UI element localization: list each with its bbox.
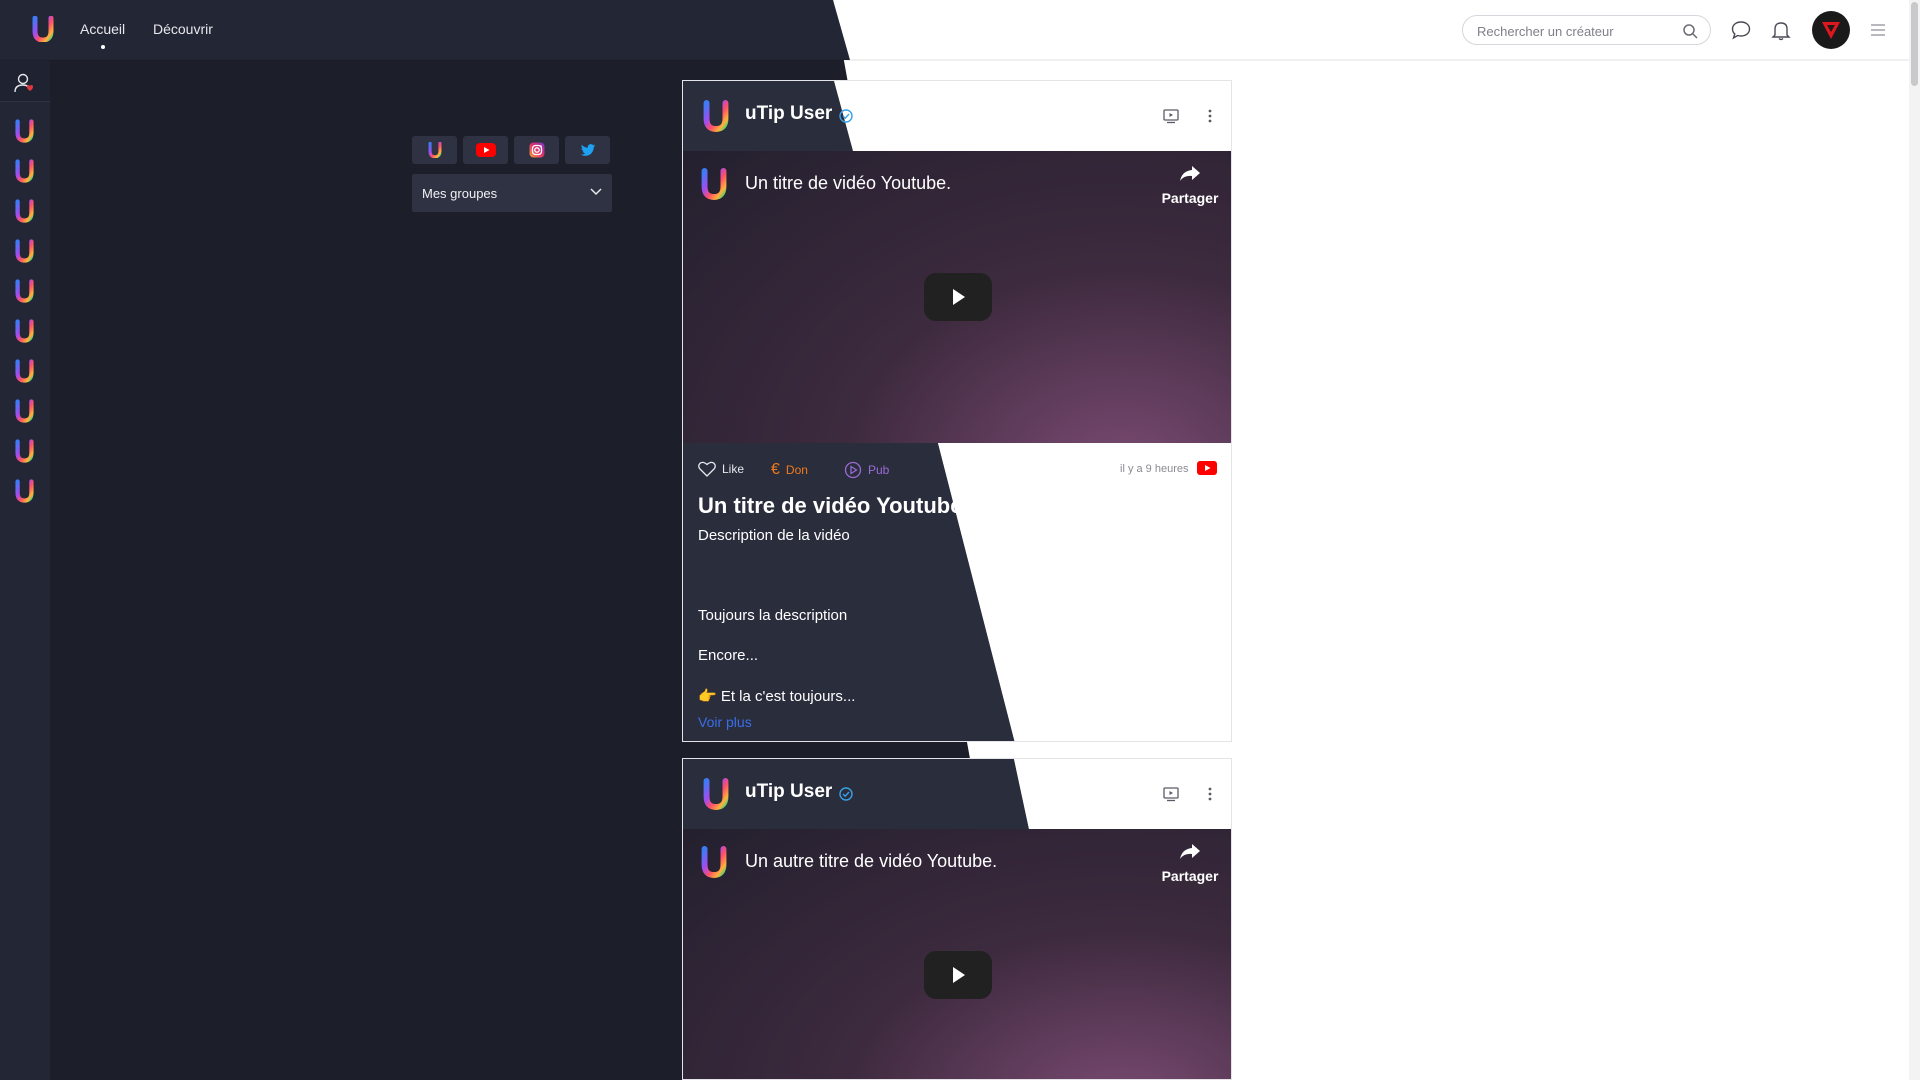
share-button[interactable]: Partager [1155,165,1225,206]
video-title[interactable]: Un autre titre de vidéo Youtube. [745,851,997,872]
messages-icon[interactable] [1730,19,1752,41]
ad-play-icon [844,461,862,479]
hamburger-menu-icon[interactable] [1869,21,1887,39]
share-button[interactable]: Partager [1155,843,1225,884]
page-background-right [1232,0,1920,1080]
notifications-bell-icon[interactable] [1770,19,1792,41]
donate-label: Don [785,463,808,477]
share-label: Partager [1161,190,1219,206]
youtube-icon [475,143,496,157]
post-description-line: Encore... [698,647,759,664]
chevron-down-icon [590,188,602,196]
scrollbar-thumb[interactable] [1911,2,1918,86]
nav-discover-link[interactable]: Découvrir [153,21,213,37]
youtube-video-player[interactable]: Un autre titre de vidéo Youtube. Partage… [683,829,1231,1079]
sidebar-creator-icon[interactable] [15,479,34,503]
video-mode-icon[interactable] [1162,107,1180,125]
followed-creators-icon[interactable] [12,71,36,95]
like-label: Like [722,462,745,476]
twitter-icon [580,144,595,156]
post-card: uTip User Un autre titre de vidéo Youtub… [682,758,1232,1080]
share-arrow-icon [1180,844,1200,859]
sidebar-creator-icon[interactable] [15,399,34,423]
user-avatar[interactable] [1812,11,1850,49]
filter-utip-button[interactable] [412,136,457,164]
share-arrow-icon [1180,166,1200,181]
video-mode-icon[interactable] [1162,785,1180,803]
sidebar-creator-icon[interactable] [15,159,34,183]
my-groups-dropdown[interactable]: Mes groupes [412,174,612,212]
sidebar-creator-icon[interactable] [15,359,34,383]
search-bar[interactable] [1462,15,1711,45]
post-card: uTip User Un titre de vidéo Youtube. Par… [682,80,1232,742]
instagram-icon [529,142,544,158]
page-scrollbar[interactable] [1909,0,1920,1080]
play-icon [953,289,965,305]
search-icon[interactable] [1682,23,1698,39]
post-description-line: Description de la vidéo [698,527,850,544]
youtube-source-icon [1197,461,1217,475]
sidebar-creator-icon[interactable] [15,119,34,143]
search-input[interactable] [1477,21,1677,41]
youtube-video-player[interactable]: Un titre de vidéo Youtube. Partager [683,151,1231,443]
video-title[interactable]: Un titre de vidéo Youtube. [745,173,951,194]
post-description-line: 👉 Et la c'est toujours... [698,688,856,705]
utip-logo-icon[interactable] [32,16,54,42]
ad-button[interactable]: Pub [844,461,889,479]
post-author-name[interactable]: uTip User [745,781,832,803]
sidebar-creator-icon[interactable] [15,279,34,303]
donate-button[interactable]: € Don [771,461,808,479]
utip-icon [428,142,441,158]
verified-badge-icon [839,787,853,801]
share-label: Partager [1161,868,1219,884]
post-header: uTip User [683,759,1231,829]
post-description-line: Toujours la description [698,607,848,624]
filter-youtube-button[interactable] [463,136,508,164]
sidebar-creator-icon[interactable] [15,239,34,263]
post-timestamp: il y a 9 heures [1120,463,1189,475]
sidebar-creator-icon[interactable] [15,199,34,223]
avatar-emblem-icon [1822,22,1840,39]
my-groups-label: Mes groupes [422,186,498,201]
creator-avatar-icon[interactable] [703,99,729,133]
nav-active-indicator [101,45,105,49]
filter-instagram-button[interactable] [514,136,559,164]
verified-badge-icon [839,109,853,123]
heart-icon [698,461,716,477]
nav-home-link[interactable]: Accueil [80,21,125,37]
post-body: Like € Don Pub il y a 9 heures Un titre … [683,443,1231,741]
more-options-icon[interactable] [1201,785,1219,803]
video-channel-icon[interactable] [701,845,727,879]
top-bar-divider [0,59,1920,61]
post-title: Un titre de vidéo Youtube. [698,493,969,518]
sidebar-creator-icon[interactable] [15,319,34,343]
ad-label: Pub [868,463,890,477]
see-more-link[interactable]: Voir plus [698,714,752,730]
play-button[interactable] [924,951,992,999]
euro-icon: € [771,461,780,478]
post-header: uTip User [683,81,1231,151]
more-options-icon[interactable] [1201,107,1219,125]
like-button[interactable]: Like [698,461,744,477]
video-channel-icon[interactable] [701,167,727,201]
play-icon [953,967,965,983]
filter-twitter-button[interactable] [565,136,610,164]
sidebar-creator-icon[interactable] [15,439,34,463]
creator-avatar-icon[interactable] [703,777,729,811]
post-author-name[interactable]: uTip User [745,103,832,125]
play-button[interactable] [924,273,992,321]
